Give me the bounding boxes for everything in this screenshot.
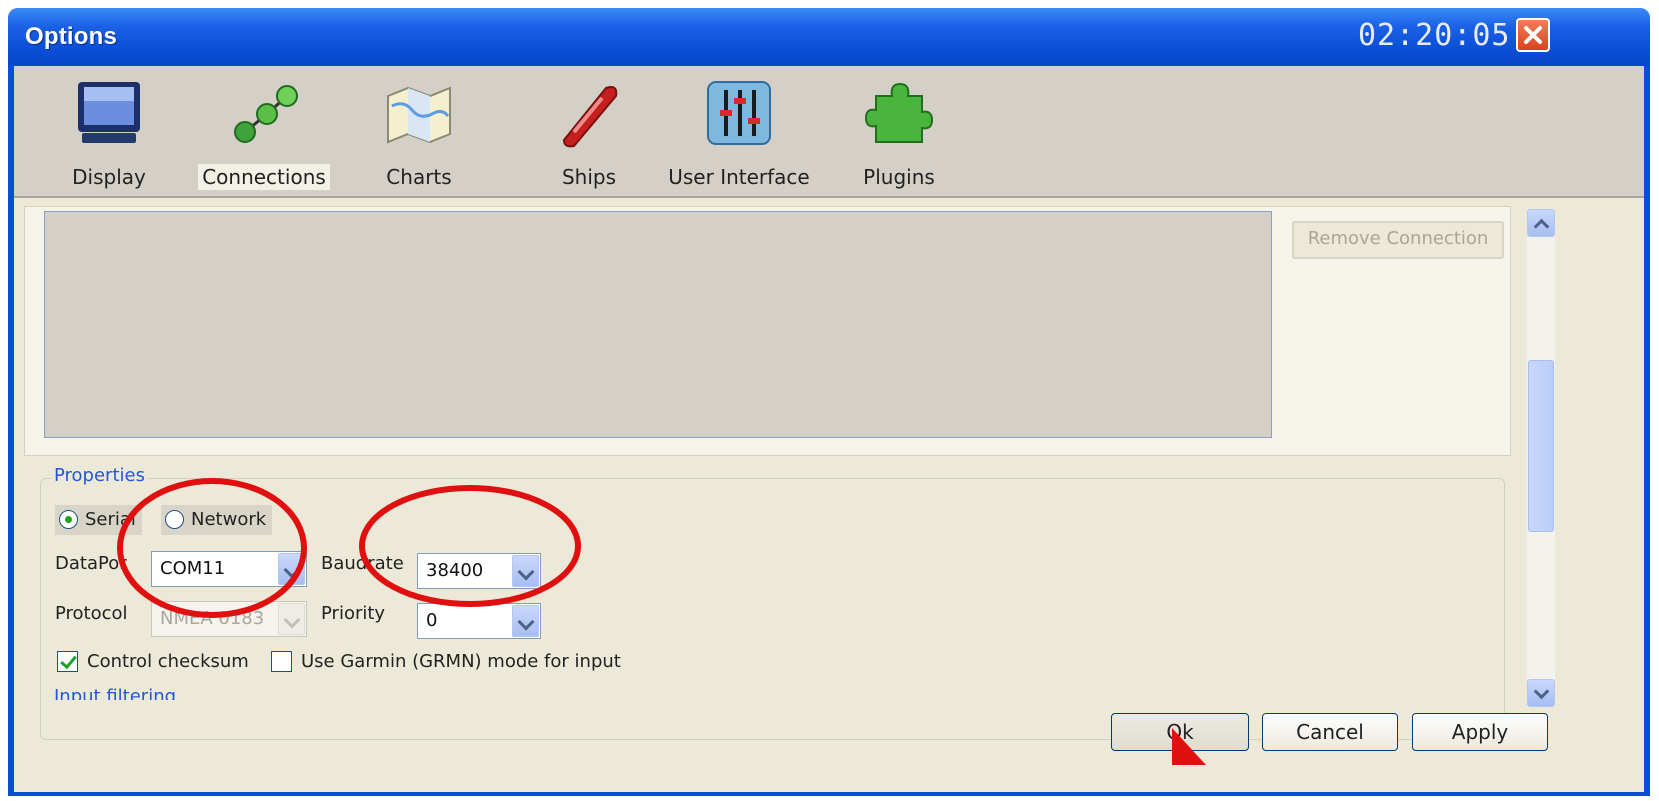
control-checksum-checkbox[interactable]: Control checksum (57, 649, 249, 677)
tab-plugins[interactable]: Plugins (844, 66, 954, 196)
connection-list[interactable] (44, 211, 1272, 438)
tab-display-label: Display (72, 165, 146, 189)
dataport-label: DataPor (55, 553, 127, 574)
close-icon (1524, 26, 1542, 44)
tab-connections[interactable]: Connections (194, 66, 334, 196)
chart-map-icon (387, 86, 451, 144)
chevron-down-icon (278, 603, 305, 635)
ok-button[interactable]: Ok (1111, 713, 1249, 751)
tab-ships[interactable]: Ships (534, 66, 644, 196)
scroll-up-button[interactable] (1527, 209, 1555, 237)
title-bar[interactable]: Options 02:20:05 (8, 8, 1650, 66)
serial-radio-label: Serial (85, 509, 136, 530)
apply-button[interactable]: Apply (1412, 713, 1548, 751)
tab-user-interface[interactable]: User Interface (664, 66, 814, 196)
tab-ships-label: Ships (561, 165, 617, 189)
puzzle-icon (864, 82, 934, 143)
dataport-value: COM11 (160, 558, 226, 579)
tab-charts[interactable]: Charts (364, 66, 474, 196)
tab-display[interactable]: Display (54, 66, 164, 196)
properties-group: Properties Serial Network DataPor COM11 … (40, 465, 1505, 740)
tab-connections-label: Connections (194, 164, 334, 190)
dataport-select[interactable]: COM11 (151, 551, 307, 587)
scroll-down-button[interactable] (1527, 679, 1555, 707)
ship-icon (562, 86, 618, 148)
garmin-mode-label: Use Garmin (GRMN) mode for input (301, 651, 621, 672)
chevron-down-icon[interactable] (512, 555, 539, 587)
protocol-select: NMEA 0183 (151, 601, 307, 637)
serial-radio[interactable]: Serial (55, 505, 142, 535)
baudrate-value: 38400 (426, 560, 484, 581)
radio-selected-icon (59, 510, 78, 529)
connections-panel: Remove Connection (24, 206, 1511, 456)
connections-icon (234, 85, 298, 143)
garmin-mode-checkbox[interactable]: Use Garmin (GRMN) mode for input (271, 649, 621, 677)
chevron-down-icon[interactable] (278, 553, 305, 585)
sliders-icon (707, 81, 771, 145)
priority-value: 0 (426, 610, 438, 631)
dialog-client: Display Connections Charts Ships User In… (14, 66, 1644, 792)
properties-legend: Properties (51, 465, 148, 486)
checkbox-checked-icon (57, 651, 78, 672)
vertical-scrollbar[interactable] (1527, 209, 1555, 707)
network-radio-label: Network (191, 509, 267, 530)
tab-plugins-label: Plugins (863, 165, 935, 189)
radio-unselected-icon (165, 510, 184, 529)
network-radio[interactable]: Network (161, 505, 273, 535)
tab-user-interface-label: User Interface (668, 165, 810, 189)
options-window: Options 02:20:05 Display Connections Cha… (8, 8, 1650, 796)
close-button[interactable] (1516, 18, 1550, 52)
protocol-value: NMEA 0183 (160, 608, 265, 629)
window-title: Options (25, 23, 118, 50)
priority-label: Priority (321, 603, 386, 624)
tab-charts-label: Charts (386, 165, 452, 189)
monitor-icon (78, 82, 140, 143)
remove-connection-button[interactable]: Remove Connection (1292, 221, 1504, 259)
scroll-thumb[interactable] (1528, 360, 1554, 532)
priority-select[interactable]: 0 (417, 603, 541, 639)
protocol-label: Protocol (55, 603, 128, 624)
chevron-down-icon[interactable] (512, 605, 539, 637)
control-checksum-label: Control checksum (87, 651, 249, 672)
input-filtering-legend: Input filtering (54, 686, 177, 700)
clock-display: 02:20:05 (1358, 18, 1511, 53)
options-toolbar: Display Connections Charts Ships User In… (14, 66, 1644, 198)
checkbox-unchecked-icon (271, 651, 292, 672)
cancel-button[interactable]: Cancel (1262, 713, 1398, 751)
baudrate-label: Baudrate (321, 553, 404, 574)
baudrate-select[interactable]: 38400 (417, 553, 541, 589)
